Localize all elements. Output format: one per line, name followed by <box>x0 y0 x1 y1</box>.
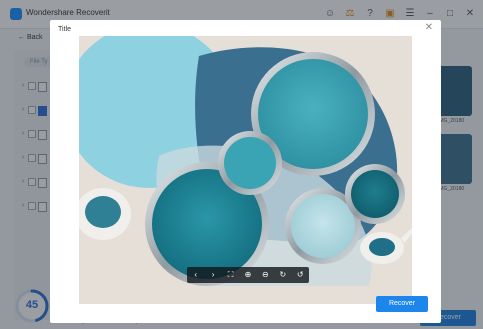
zoom-out-icon[interactable]: ⊖ <box>259 269 271 281</box>
pigment-powder <box>85 196 121 228</box>
preview-dialog: Title ✕ ‹ › ⛶ ⊕ ⊖ ↻ ↺ Recover <box>50 20 441 323</box>
image-preview <box>79 36 412 304</box>
chevron-right-icon[interactable]: › <box>207 269 219 281</box>
paint-lid-small <box>224 137 276 189</box>
paint-can-dark <box>351 170 399 218</box>
chevron-left-icon[interactable]: ‹ <box>190 269 202 281</box>
rotate-icon[interactable]: ↻ <box>277 269 289 281</box>
fit-screen-icon[interactable]: ⛶ <box>225 269 237 281</box>
spoon-pigment <box>369 238 395 256</box>
close-icon[interactable]: ✕ <box>425 22 433 33</box>
dialog-title: Title <box>58 26 71 33</box>
recover-button[interactable]: Recover <box>376 296 428 312</box>
paint-can-light <box>291 194 355 258</box>
viewer-toolbar: ‹ › ⛶ ⊕ ⊖ ↻ ↺ <box>187 267 309 283</box>
zoom-in-icon[interactable]: ⊕ <box>242 269 254 281</box>
preview-photo <box>79 36 412 304</box>
rotate-back-icon[interactable]: ↺ <box>294 269 306 281</box>
